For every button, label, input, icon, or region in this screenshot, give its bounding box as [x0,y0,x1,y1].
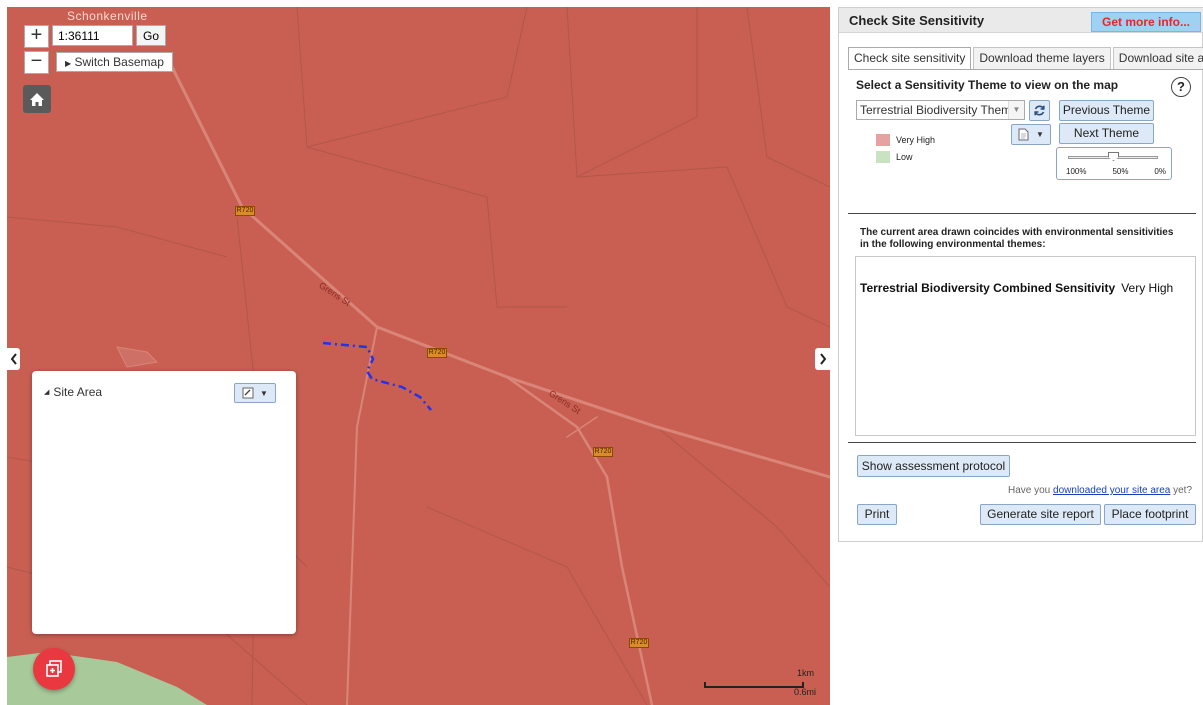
site-area-line [322,341,432,411]
legend-swatch-very-high [876,133,890,146]
refresh-icon [1034,105,1045,116]
refresh-theme-button[interactable] [1029,100,1050,121]
section-divider [848,213,1196,214]
route-shield: R720 [593,447,613,457]
route-shield: R720 [629,638,649,648]
theme-select-value: Terrestrial Biodiversity Theme [860,103,1018,117]
show-assessment-protocol-button[interactable]: Show assessment protocol [857,455,1010,477]
download-site-area-link[interactable]: downloaded your site area [1053,485,1170,496]
caret-right-icon: ▶ [65,59,72,68]
theme-info-dropdown[interactable]: ▼ [1011,124,1051,145]
opacity-label: 50% [1112,167,1129,176]
coincide-text: The current area drawn coincides with en… [860,227,1174,250]
site-area-tools-dropdown[interactable]: ▼ [234,383,276,403]
result-row: Terrestrial Biodiversity Combined Sensit… [860,281,1173,295]
site-area-panel: ◢ Site Area ▼ [32,371,296,634]
result-value: Very High [1121,281,1174,295]
sensitivity-legend: Very High Low [876,131,935,165]
layers-button[interactable] [33,648,75,690]
panel-title-bar: Check Site Sensitivity Get more info... [839,8,1203,33]
legend-item: Low [876,148,935,165]
go-button[interactable]: Go [136,25,167,46]
town-label: Schonkenville [67,9,148,23]
download-note-prefix: Have you [1008,485,1054,496]
scale-control: + Go [24,25,167,48]
route-shield: R720 [235,206,255,216]
download-note: Have you downloaded your site area yet? [1008,485,1192,496]
legend-label: Low [896,151,913,162]
scale-bar-km: 1km [797,668,815,678]
sensitivity-results-box: Terrestrial Biodiversity Combined Sensit… [855,256,1196,436]
next-theme-button[interactable]: Next Theme [1059,123,1154,144]
caret-down-icon: ◢ [44,389,50,396]
chevron-down-icon: ▼ [1036,130,1044,139]
document-icon [1018,128,1029,141]
generate-site-report-button[interactable]: Generate site report [980,504,1101,525]
tab-divider [848,69,1203,70]
opacity-label: 0% [1154,167,1166,176]
tab-download-site-area[interactable]: Download site area [1112,47,1203,69]
home-icon [30,92,44,106]
chevron-left-icon [10,353,17,365]
legend-label: Very High [896,134,936,145]
scale-bar-mi: 0.6mi [794,687,817,697]
site-area-title: Site Area [53,385,103,399]
zoom-in-button[interactable]: + [24,25,49,48]
print-button[interactable]: Print [857,504,897,525]
scale-bar-line [704,682,804,688]
switch-basemap-label: Switch Basemap [74,55,164,69]
theme-select[interactable]: Terrestrial Biodiversity Theme ▼ [856,100,1025,120]
scale-input[interactable] [52,25,133,46]
edit-shape-icon [242,387,254,399]
section-divider [848,442,1196,443]
panel-tabs: Check site sensitivity Download theme la… [848,47,1203,70]
previous-theme-button[interactable]: Previous Theme [1059,100,1154,121]
tab-download-theme-layers[interactable]: Download theme layers [973,47,1111,69]
collapse-right-button[interactable] [815,348,830,370]
get-more-info-button[interactable]: Get more info... [1091,12,1201,32]
panel-title: Check Site Sensitivity [849,13,985,28]
legend-item: Very High [876,131,935,148]
place-footprint-button[interactable]: Place footprint [1104,504,1196,525]
check-site-sensitivity-panel: Check Site Sensitivity Get more info... … [838,7,1203,542]
opacity-labels: 100% 50% 0% [1066,167,1166,176]
download-note-suffix: yet? [1170,485,1193,496]
tab-check-site-sensitivity[interactable]: Check site sensitivity [848,47,972,70]
opacity-slider-thumb[interactable] [1108,152,1119,161]
chevron-down-icon: ▼ [1008,101,1024,119]
theme-heading: Select a Sensitivity Theme to view on th… [856,78,1119,92]
chevron-down-icon: ▼ [260,388,268,398]
chevron-right-icon [819,353,826,365]
result-theme: Terrestrial Biodiversity Combined Sensit… [860,281,1116,295]
legend-swatch-low [876,150,890,163]
site-area-header[interactable]: ◢ Site Area [44,385,102,399]
route-shield: R720 [427,348,447,358]
help-button[interactable]: ? [1171,77,1191,97]
layers-icon [46,660,62,677]
zoom-out-button[interactable]: − [24,51,49,74]
home-button[interactable] [23,85,51,113]
collapse-left-button[interactable] [7,348,20,370]
opacity-slider[interactable]: 100% 50% 0% [1056,147,1172,180]
scale-bar: 1km 0.6mi [704,668,824,698]
switch-basemap-button[interactable]: ▶ Switch Basemap [56,52,173,72]
opacity-label: 100% [1066,167,1087,176]
